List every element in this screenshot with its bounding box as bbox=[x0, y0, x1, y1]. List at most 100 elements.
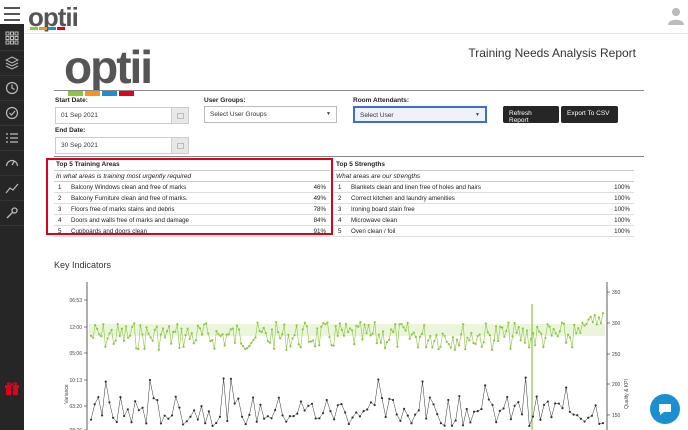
data-point-variance bbox=[395, 413, 398, 416]
data-point-variance bbox=[554, 402, 557, 405]
data-point-quality bbox=[151, 339, 154, 342]
sidebar-item-tasks[interactable] bbox=[0, 101, 24, 126]
data-point-quality bbox=[202, 323, 206, 326]
data-point-quality bbox=[301, 328, 304, 331]
data-point-quality bbox=[314, 345, 317, 348]
data-point-quality bbox=[492, 339, 496, 342]
data-point-quality bbox=[542, 345, 545, 349]
data-point-variance bbox=[546, 400, 549, 403]
data-point-variance bbox=[167, 417, 170, 420]
data-point-quality bbox=[536, 325, 539, 329]
data-point-variance bbox=[126, 408, 129, 411]
data-point-quality bbox=[445, 340, 448, 343]
data-point-quality bbox=[388, 338, 391, 341]
data-point-variance bbox=[561, 407, 564, 410]
data-point-variance bbox=[310, 402, 314, 405]
data-point-variance bbox=[115, 420, 118, 424]
data-point-quality bbox=[213, 347, 216, 350]
data-point-quality bbox=[525, 329, 529, 332]
data-point-quality bbox=[145, 326, 148, 329]
data-point-quality bbox=[484, 322, 487, 325]
sidebar-item-history[interactable] bbox=[0, 76, 24, 101]
data-point-quality bbox=[198, 327, 202, 330]
data-point-quality bbox=[439, 345, 442, 348]
data-point-quality bbox=[346, 330, 350, 334]
data-point-variance bbox=[251, 396, 255, 399]
top-bar: optii bbox=[0, 0, 688, 34]
data-point-quality bbox=[89, 334, 93, 337]
data-point-variance bbox=[100, 414, 104, 417]
data-point-quality bbox=[367, 323, 370, 327]
gift-icon[interactable] bbox=[4, 380, 20, 396]
data-point-quality bbox=[104, 345, 107, 348]
data-point-variance bbox=[594, 404, 597, 407]
left-axis-tick-label: 06:53 bbox=[69, 298, 82, 304]
sidebar-item-performance[interactable] bbox=[0, 151, 24, 176]
data-point-variance bbox=[590, 414, 594, 417]
data-point-quality bbox=[240, 342, 243, 345]
data-point-quality bbox=[406, 321, 409, 324]
data-point-variance bbox=[204, 422, 207, 425]
data-point-quality bbox=[163, 336, 167, 339]
data-point-variance bbox=[292, 415, 295, 418]
data-point-variance bbox=[218, 415, 222, 418]
data-point-variance bbox=[428, 396, 431, 399]
sidebar-item-reports[interactable] bbox=[0, 176, 24, 201]
user-avatar-icon[interactable] bbox=[668, 7, 684, 25]
data-point-quality bbox=[462, 323, 465, 326]
data-point-quality bbox=[357, 325, 360, 328]
data-point-variance bbox=[425, 417, 428, 420]
data-point-quality bbox=[227, 333, 230, 336]
data-point-variance bbox=[565, 386, 568, 389]
data-point-variance bbox=[439, 422, 443, 425]
data-point-quality bbox=[423, 324, 426, 327]
data-point-quality bbox=[575, 332, 578, 335]
data-point-quality bbox=[174, 330, 177, 333]
data-point-variance bbox=[520, 413, 524, 416]
data-point-quality bbox=[381, 330, 385, 333]
sidebar-item-dashboard[interactable] bbox=[0, 26, 24, 51]
data-point-quality bbox=[235, 324, 239, 327]
data-point-variance bbox=[277, 396, 280, 399]
data-point-quality bbox=[482, 341, 485, 344]
data-point-variance bbox=[108, 401, 111, 404]
chat-button[interactable] bbox=[650, 394, 680, 424]
data-point-quality bbox=[359, 320, 362, 324]
data-point-quality bbox=[184, 334, 187, 337]
data-point-quality bbox=[229, 328, 232, 331]
data-point-quality bbox=[451, 336, 454, 339]
menu-icon[interactable] bbox=[4, 7, 20, 21]
data-point-quality bbox=[180, 327, 183, 330]
data-point-quality bbox=[340, 328, 343, 331]
data-point-quality bbox=[375, 342, 378, 345]
data-point-quality bbox=[581, 321, 584, 324]
right-axis-tick-label: 250 bbox=[612, 352, 621, 358]
data-point-quality bbox=[277, 330, 280, 334]
data-point-variance bbox=[535, 395, 538, 398]
data-point-quality bbox=[410, 333, 413, 336]
sidebar-item-list[interactable] bbox=[0, 126, 24, 151]
data-point-quality bbox=[328, 335, 331, 339]
main-content: optii Training Needs Analysis Report Sta… bbox=[24, 34, 688, 430]
data-point-variance bbox=[266, 415, 269, 418]
data-point-quality bbox=[262, 326, 265, 330]
data-point-quality bbox=[414, 336, 417, 339]
data-point-quality bbox=[303, 321, 306, 324]
data-point-quality bbox=[194, 339, 197, 342]
grid-icon bbox=[5, 31, 19, 45]
data-point-variance bbox=[587, 416, 590, 419]
data-point-quality bbox=[408, 337, 411, 340]
data-point-quality bbox=[560, 321, 563, 324]
sidebar-item-settings[interactable] bbox=[0, 201, 24, 226]
data-point-variance bbox=[366, 408, 369, 411]
data-point-quality bbox=[435, 333, 438, 336]
data-point-variance bbox=[270, 417, 273, 420]
data-point-quality bbox=[550, 334, 553, 337]
data-point-variance bbox=[211, 424, 214, 427]
data-point-variance bbox=[391, 398, 395, 402]
sidebar-item-layers[interactable] bbox=[0, 51, 24, 76]
data-point-quality bbox=[205, 322, 208, 325]
data-point-quality bbox=[98, 333, 101, 336]
data-point-variance bbox=[579, 417, 582, 420]
data-point-variance bbox=[329, 410, 332, 413]
